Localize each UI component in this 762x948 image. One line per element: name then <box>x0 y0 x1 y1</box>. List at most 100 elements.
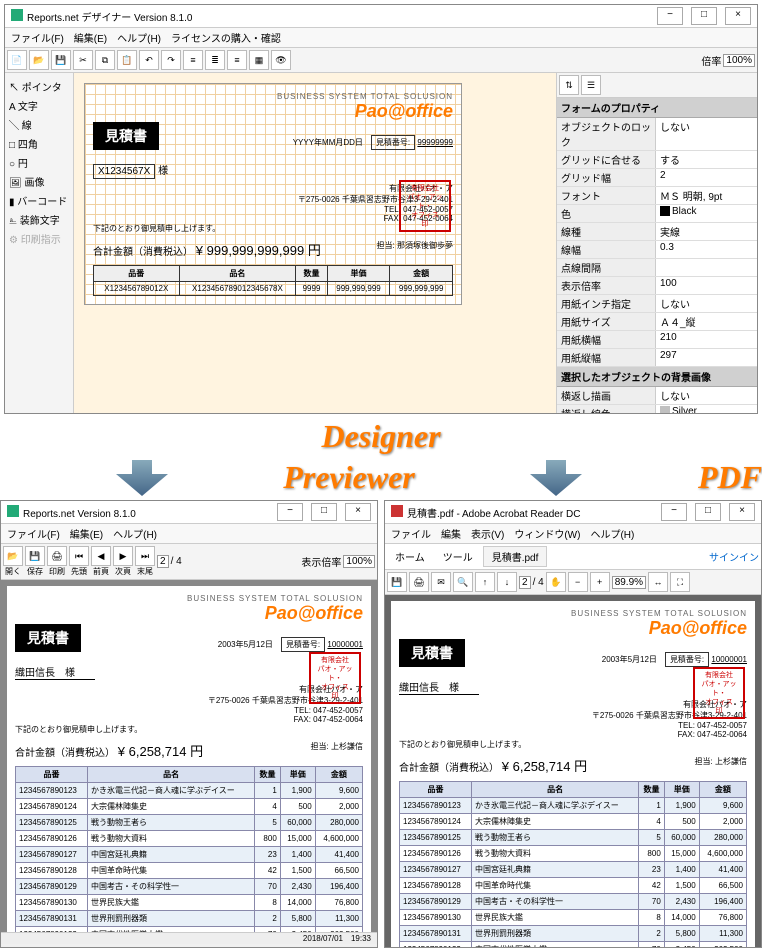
prop-row[interactable]: 横返し描画しない <box>557 387 757 405</box>
prop-value[interactable]: 0.3 <box>656 241 757 258</box>
menu-license[interactable]: ライセンスの購入・確認 <box>171 30 281 45</box>
design-canvas[interactable]: BUSINESS SYSTEM TOTAL SOLUSION Pao@offic… <box>74 73 556 413</box>
prop-row[interactable]: 表示倍率100 <box>557 277 757 295</box>
prop-row[interactable]: 用紙インチ指定しない <box>557 295 757 313</box>
prop-row[interactable]: 線幅0.3 <box>557 241 757 259</box>
undo-icon[interactable]: ↶ <box>139 50 159 70</box>
save-icon[interactable]: 💾 <box>51 50 71 70</box>
maximize-button[interactable]: □ <box>691 7 717 25</box>
menu-window[interactable]: ウィンドウ(W) <box>514 526 580 541</box>
prop-row[interactable]: フォントＭＳ 明朝, 9pt <box>557 187 757 205</box>
open-button[interactable]: 📂 <box>3 546 23 566</box>
minimize-button[interactable]: − <box>277 503 303 521</box>
tool-text[interactable]: A 文字 <box>9 96 69 115</box>
save-button[interactable]: 💾 <box>25 546 45 566</box>
prop-value[interactable] <box>656 259 757 276</box>
zoom-field[interactable]: 100% <box>723 54 755 67</box>
prop-row[interactable]: オブジェクトのロックしない <box>557 118 757 151</box>
first-page-button[interactable]: ⏮ <box>69 546 89 566</box>
maximize-button[interactable]: □ <box>695 503 721 521</box>
menu-file[interactable]: ファイル <box>391 526 431 541</box>
last-page-button[interactable]: ⏭ <box>135 546 155 566</box>
minimize-button[interactable]: − <box>661 503 687 521</box>
prop-value[interactable]: Black <box>656 205 757 222</box>
prop-row[interactable]: 用紙サイズＡ４_縦 <box>557 313 757 331</box>
print-button[interactable]: 🖨 <box>47 546 67 566</box>
save-icon[interactable]: 💾 <box>387 572 407 592</box>
hand-icon[interactable]: ✋ <box>546 572 566 592</box>
tool-rect[interactable]: □ 四角 <box>9 134 69 153</box>
page-field[interactable]: 2 <box>519 576 531 589</box>
prop-value[interactable]: しない <box>656 118 757 150</box>
menu-help[interactable]: ヘルプ(H) <box>113 526 157 541</box>
close-button[interactable]: × <box>725 7 751 25</box>
paste-icon[interactable]: 📋 <box>117 50 137 70</box>
prop-value[interactable]: しない <box>656 387 757 404</box>
prop-value[interactable]: する <box>656 151 757 168</box>
prop-value[interactable]: Ａ４_縦 <box>656 313 757 330</box>
menu-edit[interactable]: 編集(E) <box>70 526 103 541</box>
tool-line[interactable]: ╲ 線 <box>9 115 69 134</box>
prop-value[interactable]: しない <box>656 295 757 312</box>
menu-help[interactable]: ヘルプ(H) <box>590 526 634 541</box>
prop-value[interactable]: 100 <box>656 277 757 294</box>
menu-edit[interactable]: 編集(E) <box>74 30 107 45</box>
prop-row[interactable]: 用紙縦幅297 <box>557 349 757 367</box>
prop-value[interactable]: 297 <box>656 349 757 366</box>
fit-page-icon[interactable]: ⛶ <box>670 572 690 592</box>
align-right-icon[interactable]: ≡ <box>227 50 247 70</box>
prop-sort-icon[interactable]: ⇅ <box>559 75 579 95</box>
maximize-button[interactable]: □ <box>311 503 337 521</box>
prev-page-icon[interactable]: ↑ <box>475 572 495 592</box>
zoom-in-icon[interactable]: + <box>590 572 610 592</box>
next-page-icon[interactable]: ↓ <box>497 572 517 592</box>
menu-edit[interactable]: 編集 <box>441 526 461 541</box>
minimize-button[interactable]: − <box>657 7 683 25</box>
print-icon[interactable]: 🖨 <box>409 572 429 592</box>
prop-row[interactable]: 点線間隔 <box>557 259 757 277</box>
signin-link[interactable]: サインイン <box>709 549 759 564</box>
align-center-icon[interactable]: ≣ <box>205 50 225 70</box>
prev-page-button[interactable]: ◀ <box>91 546 111 566</box>
tab-tools[interactable]: ツール <box>435 547 481 566</box>
menu-file[interactable]: ファイル(F) <box>7 526 60 541</box>
prop-row[interactable]: 用紙横幅210 <box>557 331 757 349</box>
prop-list-icon[interactable]: ☰ <box>581 75 601 95</box>
cut-icon[interactable]: ✂ <box>73 50 93 70</box>
prop-value[interactable]: Silver <box>656 405 757 413</box>
prop-row[interactable]: 色Black <box>557 205 757 223</box>
menu-file[interactable]: ファイル(F) <box>11 30 64 45</box>
grid-icon[interactable]: ▦ <box>249 50 269 70</box>
tab-home[interactable]: ホーム <box>387 547 433 566</box>
next-page-button[interactable]: ▶ <box>113 546 133 566</box>
prop-value[interactable]: ＭＳ 明朝, 9pt <box>656 187 757 204</box>
prop-row[interactable]: 横返し線色Silver <box>557 405 757 413</box>
redo-icon[interactable]: ↷ <box>161 50 181 70</box>
zoom-field[interactable]: 89.9% <box>612 576 646 589</box>
prop-row[interactable]: 線種実線 <box>557 223 757 241</box>
tool-barcode[interactable]: ▮ バーコード <box>9 191 69 210</box>
prop-row[interactable]: グリッド幅2 <box>557 169 757 187</box>
search-icon[interactable]: 🔍 <box>453 572 473 592</box>
preview-viewport[interactable]: BUSINESS SYSTEM TOTAL SOLUSIONPao@office… <box>1 580 377 932</box>
tool-image[interactable]: 🖼 画像 <box>9 172 69 191</box>
copy-icon[interactable]: ⧉ <box>95 50 115 70</box>
tool-print[interactable]: ⚙ 印刷指示 <box>9 229 69 248</box>
open-icon[interactable]: 📂 <box>29 50 49 70</box>
prop-value[interactable]: 2 <box>656 169 757 186</box>
pdf-viewport[interactable]: BUSINESS SYSTEM TOTAL SOLUSIONPao@office… <box>385 595 761 947</box>
align-left-icon[interactable]: ≡ <box>183 50 203 70</box>
zoom-field[interactable]: 100% <box>343 555 375 568</box>
menu-view[interactable]: 表示(V) <box>471 526 504 541</box>
close-button[interactable]: × <box>345 503 371 521</box>
zoom-out-icon[interactable]: − <box>568 572 588 592</box>
page-field[interactable]: 2 <box>157 555 169 568</box>
prop-value[interactable]: 210 <box>656 331 757 348</box>
new-icon[interactable]: 📄 <box>7 50 27 70</box>
prop-row[interactable]: グリッドに合せるする <box>557 151 757 169</box>
tool-artfont[interactable]: ⎁ 装飾文字 <box>9 210 69 229</box>
tab-document[interactable]: 見積書.pdf <box>483 546 548 567</box>
mail-icon[interactable]: ✉ <box>431 572 451 592</box>
menu-help[interactable]: ヘルプ(H) <box>117 30 161 45</box>
tool-circle[interactable]: ○ 円 <box>9 153 69 172</box>
